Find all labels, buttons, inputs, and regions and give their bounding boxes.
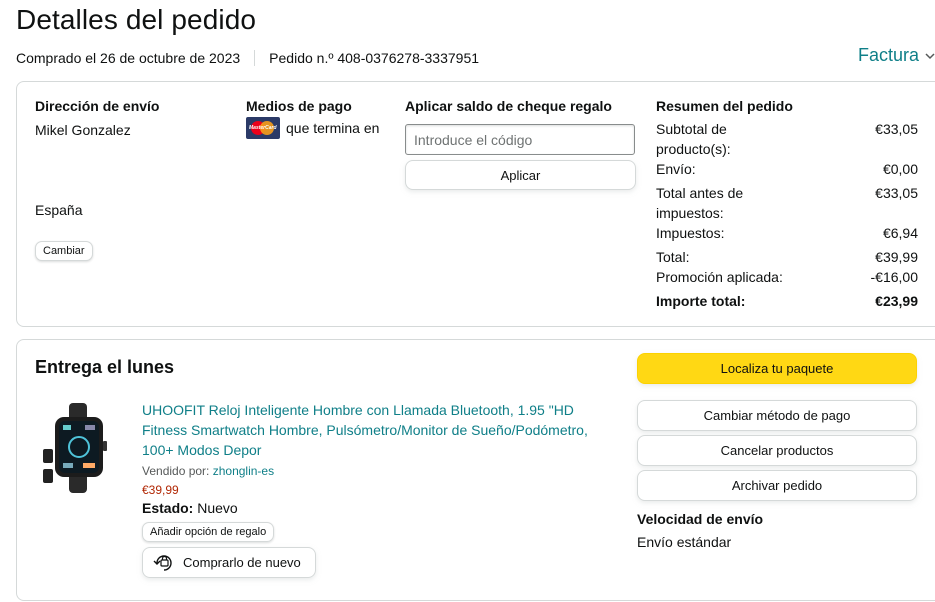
shipping-title: Dirección de envío (35, 98, 160, 114)
summary-row: Subtotal de producto(s): €33,05 (656, 121, 918, 157)
summary-row: Total antes de impuestos: €33,05 (656, 185, 918, 221)
gift-card-section: Aplicar saldo de cheque regalo Aplicar (405, 98, 637, 190)
product-condition: Estado: Nuevo (142, 500, 238, 516)
summary-row: Total: €39,99 (656, 249, 918, 265)
order-number: Pedido n.º 408-0376278-3337951 (269, 50, 480, 66)
product-image[interactable] (41, 403, 131, 493)
country: España (35, 202, 83, 218)
buy-again-label: Comprarlo de nuevo (183, 555, 301, 570)
product-price: €39,99 (142, 483, 179, 497)
payment-title: Medios de pago (246, 98, 352, 114)
order-details-box: Dirección de envío Mikel Gonzalez España… (16, 81, 935, 327)
summary-row: Envío: €0,00 (656, 161, 918, 177)
shipping-speed-title: Velocidad de envío (637, 511, 764, 527)
invoice-label: Factura (857, 45, 919, 65)
summary-title: Resumen del pedido (656, 98, 793, 114)
change-address-button[interactable]: Cambiar (35, 241, 93, 261)
chevron-down-icon (925, 52, 935, 59)
delivery-box: Entrega el lunes UHOOFIT Reloj Inteligen… (16, 339, 935, 601)
buy-again-icon (153, 554, 172, 571)
add-gift-option-button[interactable]: Añadir opción de regalo (142, 522, 275, 542)
cancel-items-button[interactable]: Cancelar productos (637, 435, 917, 466)
seller-line: Vendido por: zhonglin-es (142, 464, 275, 478)
product-title-link[interactable]: UHOOFIT Reloj Inteligente Hombre con Lla… (142, 400, 612, 460)
card-ending-text: que termina en (286, 120, 380, 136)
track-package-button[interactable]: Localiza tu paquete (637, 353, 917, 384)
delivery-title: Entrega el lunes (35, 357, 175, 377)
invoice-dropdown[interactable]: Factura (858, 45, 935, 66)
seller-link[interactable]: zhonglin-es (213, 464, 274, 478)
divider (254, 50, 256, 66)
summary-row: Impuestos: €6,94 (656, 225, 918, 241)
gift-code-input[interactable] (405, 124, 635, 155)
payment-method: Medios de pago MasterCard que termina en (246, 98, 396, 139)
recipient-name: Mikel Gonzalez (35, 122, 131, 138)
buy-again-button[interactable]: Comprarlo de nuevo (142, 547, 316, 578)
mastercard-icon: MasterCard (246, 117, 280, 139)
grand-total-row: Importe total: €23,99 (656, 293, 918, 309)
gift-card-title: Aplicar saldo de cheque regalo (405, 98, 612, 114)
product-info: UHOOFIT Reloj Inteligente Hombre con Lla… (142, 400, 612, 578)
order-summary: Resumen del pedido Subtotal de producto(… (656, 98, 918, 311)
shipping-address: Dirección de envío Mikel Gonzalez España… (35, 98, 225, 261)
page-title: Detalles del pedido (16, 4, 257, 35)
order-meta: Comprado el 26 de octubre de 2023 Pedido… (16, 50, 479, 66)
shipping-speed-value: Envío estándar (637, 534, 732, 550)
archive-order-button[interactable]: Archivar pedido (637, 470, 917, 501)
summary-row: Promoción aplicada: -€16,00 (656, 269, 918, 285)
order-actions: Localiza tu paquete Cambiar método de pa… (637, 353, 918, 550)
apply-button[interactable]: Aplicar (405, 160, 636, 190)
change-payment-button[interactable]: Cambiar método de pago (637, 400, 917, 431)
purchase-date: Comprado el 26 de octubre de 2023 (16, 50, 241, 66)
